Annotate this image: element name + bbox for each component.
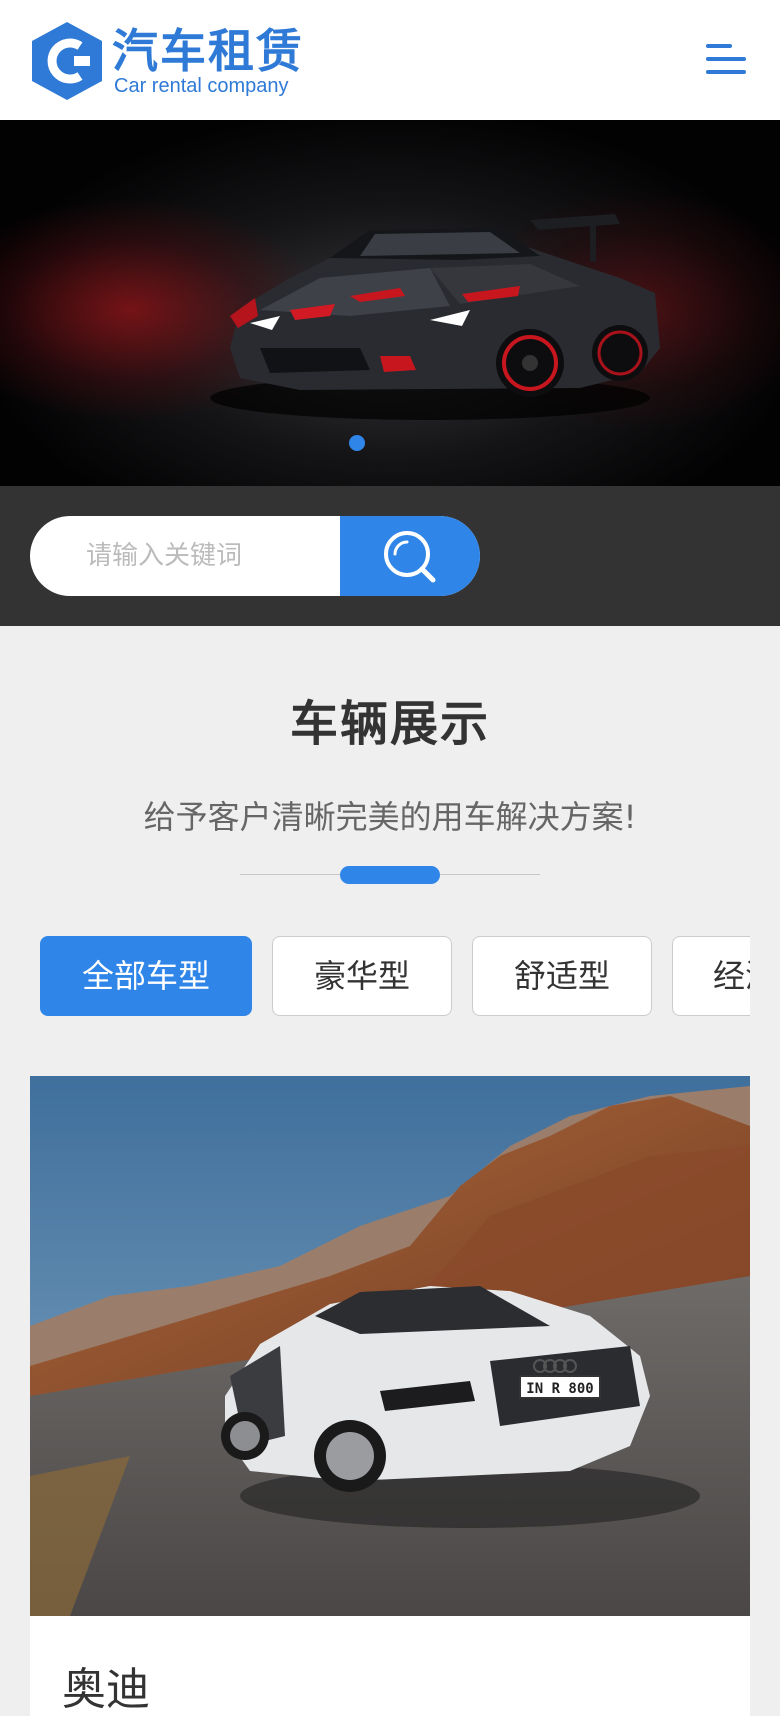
section-divider-accent <box>340 866 440 884</box>
product-image-audi: IN R 800 <box>30 1076 750 1616</box>
search-input[interactable] <box>30 516 340 596</box>
tab-luxury[interactable]: 豪华型 <box>272 936 452 1016</box>
search-section <box>0 486 780 626</box>
carousel-dot-active[interactable] <box>349 435 365 451</box>
section-title: 车辆展示 <box>289 696 490 752</box>
section-subtitle: 给予客户清晰完美的用车解决方案! <box>143 798 637 836</box>
site-header: 汽车租赁 Car rental company <box>0 0 780 120</box>
product-title[interactable]: 奥迪 <box>62 1662 150 1716</box>
category-tabs: 全部车型 豪华型 舒适型 经济型 <box>40 936 750 1016</box>
brand-logo[interactable]: 汽车租赁 Car rental company <box>30 20 310 104</box>
hero-banner[interactable] <box>0 120 780 486</box>
brand-title: 汽车租赁 <box>112 24 304 78</box>
brand-subtitle: Car rental company <box>114 75 289 97</box>
logo-hexagon-icon <box>32 22 102 100</box>
tab-all-models[interactable]: 全部车型 <box>40 936 252 1016</box>
product-card[interactable]: IN R 800 奥迪 <box>30 1076 750 1716</box>
tab-comfort[interactable]: 舒适型 <box>472 936 652 1016</box>
tab-economy[interactable]: 经济型 <box>672 936 750 1016</box>
banner-sports-car-image <box>210 214 660 420</box>
search-form <box>30 516 480 596</box>
search-button[interactable] <box>340 516 480 596</box>
svg-text:IN R 800: IN R 800 <box>526 1381 593 1397</box>
menu-icon[interactable] <box>700 40 750 80</box>
search-icon <box>384 531 436 583</box>
